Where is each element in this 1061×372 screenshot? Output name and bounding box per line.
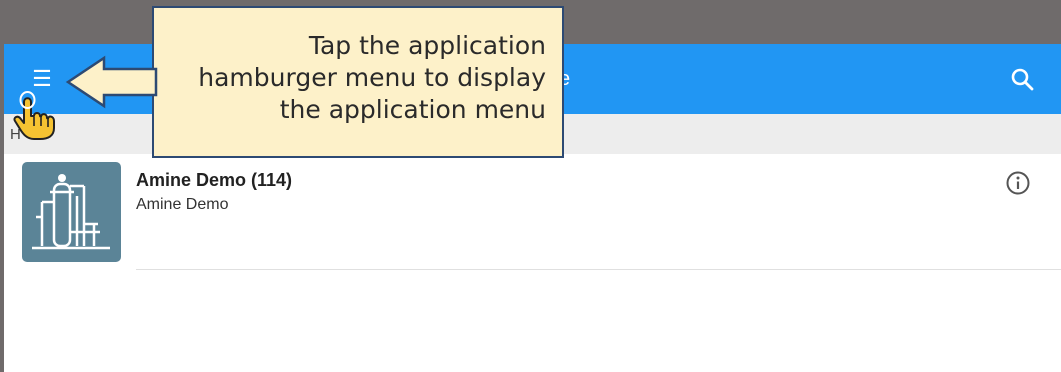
search-icon[interactable] [1009, 66, 1035, 92]
list-item-subtitle: Amine Demo [136, 196, 229, 213]
callout-text: Tap the application hamburger menu to di… [198, 31, 546, 124]
tutorial-callout: Tap the application hamburger menu to di… [152, 6, 564, 158]
list-divider [136, 269, 1061, 270]
plant-tower-icon [22, 162, 121, 262]
info-icon[interactable] [1005, 170, 1031, 196]
pointing-hand-icon [13, 91, 55, 140]
callout-arrow [65, 55, 158, 109]
list-item[interactable]: Amine Demo (114) Amine Demo [4, 154, 1061, 270]
list-item-title: Amine Demo (114) [136, 170, 293, 190]
hamburger-menu-button[interactable]: ☰ [30, 68, 54, 90]
